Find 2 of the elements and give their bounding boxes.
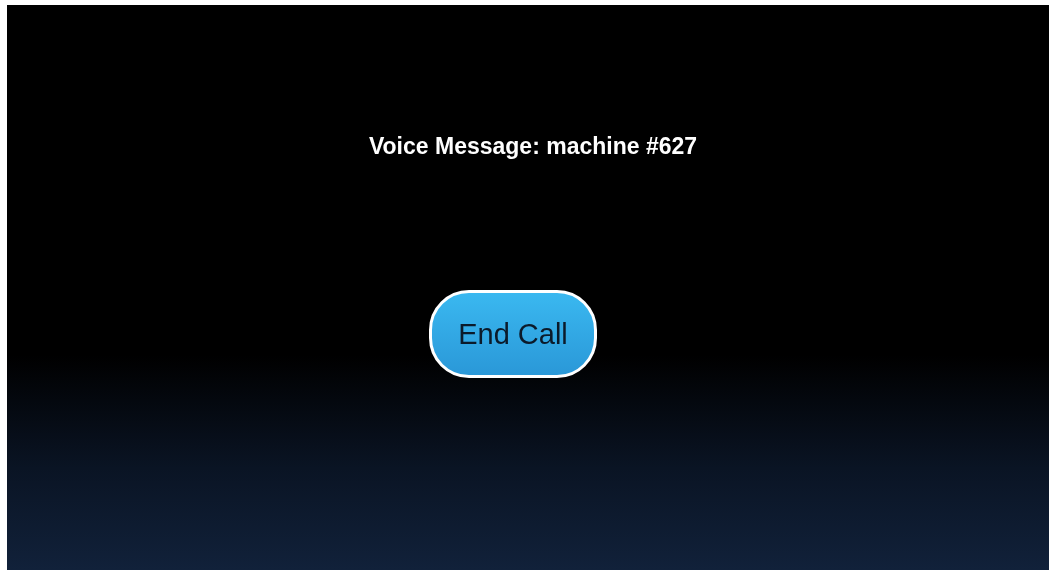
message-title: Voice Message: machine #627 [368,133,698,160]
end-call-button[interactable]: End Call [429,290,597,378]
